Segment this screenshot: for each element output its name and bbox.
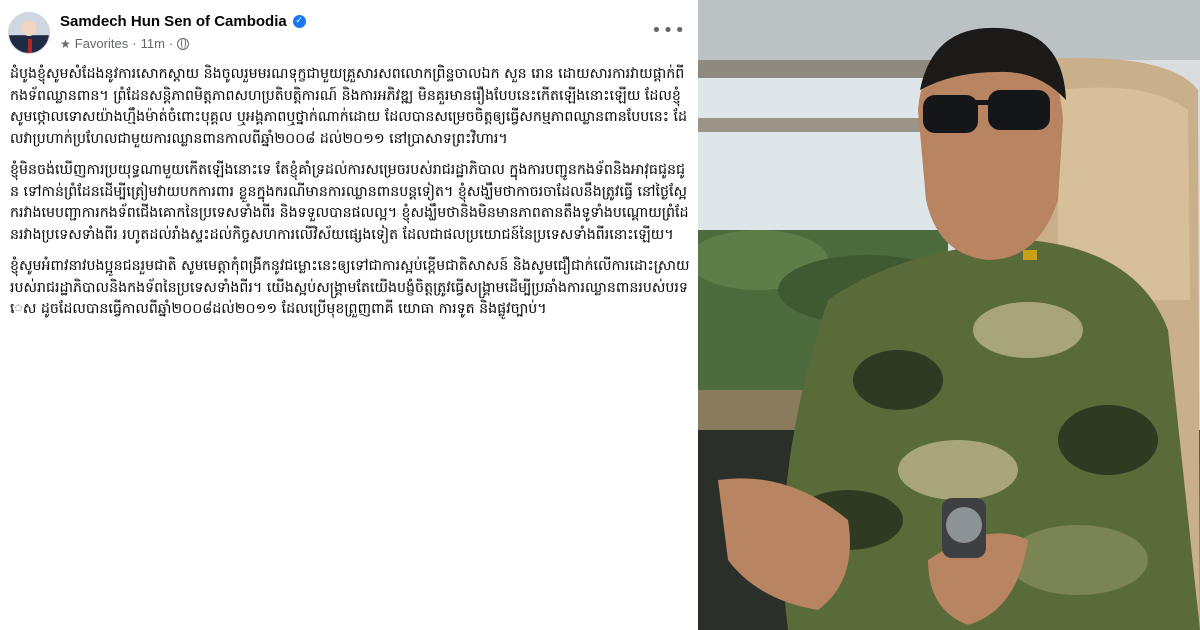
more-options-button[interactable]: ••• xyxy=(651,20,686,41)
meta-separator: · xyxy=(132,36,137,51)
page-name-link[interactable]: Samdech Hun Sen of Cambodia xyxy=(60,13,287,30)
sunglasses-left-lens xyxy=(923,95,978,133)
window-frame-top xyxy=(698,60,958,78)
post-body: ដំបូងខ្ញុំសូមសំដែងនូវការសោកស្ដាយ និងចូលរ… xyxy=(10,64,690,331)
camo-patch xyxy=(853,350,943,410)
watch-face xyxy=(946,507,982,543)
facebook-post: Samdech Hun Sen of Cambodia ✓ ★ Favorite… xyxy=(0,0,698,630)
rank-insignia xyxy=(1023,250,1037,260)
camo-patch-2 xyxy=(973,302,1083,358)
post-header: Samdech Hun Sen of Cambodia ✓ ★ Favorite… xyxy=(8,10,690,58)
post-photo[interactable] xyxy=(698,0,1200,630)
star-icon: ★ xyxy=(60,36,71,51)
camo-patch-6 xyxy=(1008,525,1148,595)
page-avatar[interactable] xyxy=(8,12,50,54)
sunglasses-right-lens xyxy=(988,90,1050,130)
audience-label[interactable]: Favorites xyxy=(75,36,128,51)
photo-illustration xyxy=(698,0,1200,630)
post-paragraph-3: ខ្ញុំសូមអំពាវនាវបងប្អូនជនរួមជាតិ សូមមេត្… xyxy=(10,258,690,317)
name-row: Samdech Hun Sen of Cambodia ✓ xyxy=(60,13,306,30)
post-timestamp[interactable]: 11m xyxy=(141,36,165,51)
camo-patch-4 xyxy=(898,440,1018,500)
globe-icon xyxy=(177,37,190,50)
post-paragraph-2: ខ្ញុំមិនចង់ឃើញការប្រយុទ្ធណាមួយកើតឡើងនោះទ… xyxy=(10,162,689,243)
avatar-tie xyxy=(28,39,32,53)
verified-badge-icon: ✓ xyxy=(292,15,306,28)
post-paragraph-1: ដំបូងខ្ញុំសូមសំដែងនូវការសោកស្ដាយ និងចូលរ… xyxy=(10,66,687,147)
sunglasses-bridge xyxy=(976,100,990,105)
window-rail xyxy=(698,118,948,132)
camo-patch-3 xyxy=(1058,405,1158,475)
post-meta: ★ Favorites · 11m · xyxy=(60,36,190,51)
meta-separator-2: · xyxy=(168,36,174,51)
